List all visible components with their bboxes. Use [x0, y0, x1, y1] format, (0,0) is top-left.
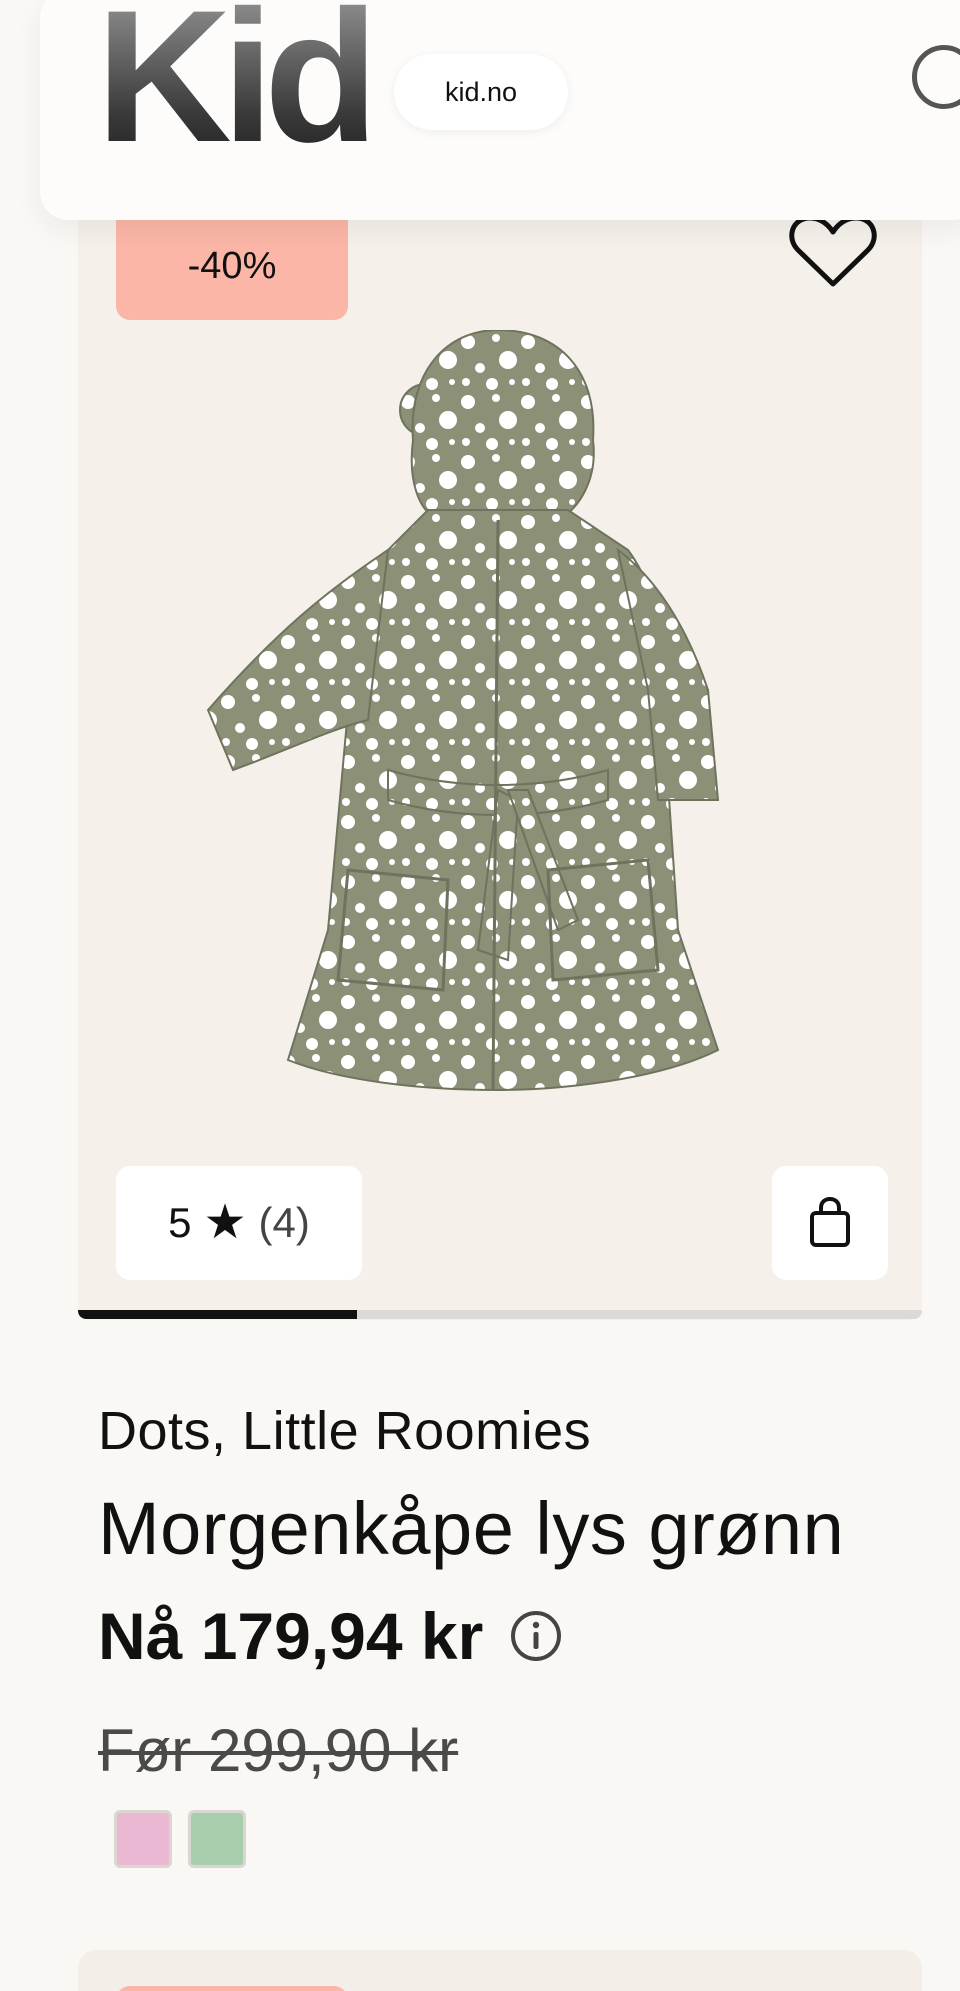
kid-logo[interactable]: Kid: [96, 0, 379, 170]
star-icon: ★: [203, 1196, 247, 1249]
heart-icon[interactable]: [788, 210, 878, 292]
rating-count: (4): [258, 1199, 310, 1246]
carousel-progress-fill: [78, 1310, 357, 1319]
site-header: Kid kid.no: [40, 0, 960, 220]
rating-score: 5: [168, 1199, 192, 1246]
domain-pill[interactable]: kid.no: [394, 54, 568, 130]
product-page: Kid kid.no -40% 5 ★ (4) Dots, Little Roo…: [0, 0, 960, 1991]
image-carousel-progress[interactable]: [78, 1310, 922, 1319]
shopping-bag-icon: [810, 1197, 850, 1247]
price-row: Nå 179,94 kr: [98, 1598, 563, 1674]
product-name[interactable]: Morgenkåpe lys grønn: [98, 1486, 844, 1571]
next-discount-badge: [116, 1986, 348, 1991]
product-brand[interactable]: Dots, Little Roomies: [98, 1400, 591, 1462]
product-image[interactable]: [158, 330, 838, 1110]
add-to-cart-button[interactable]: [772, 1166, 888, 1280]
previous-price: Før 299,90 kr: [98, 1717, 459, 1784]
product-card[interactable]: -40% 5 ★ (4): [78, 150, 922, 1320]
color-swatches: [114, 1810, 246, 1868]
search-icon[interactable]: [912, 45, 960, 109]
color-swatch-pink[interactable]: [114, 1810, 172, 1868]
rating-box[interactable]: 5 ★ (4): [116, 1166, 362, 1280]
info-icon[interactable]: [509, 1609, 563, 1663]
current-price: Nå 179,94 kr: [98, 1599, 484, 1673]
next-product-card[interactable]: [78, 1950, 922, 1991]
color-swatch-green[interactable]: [188, 1810, 246, 1868]
discount-badge: -40%: [116, 210, 348, 320]
